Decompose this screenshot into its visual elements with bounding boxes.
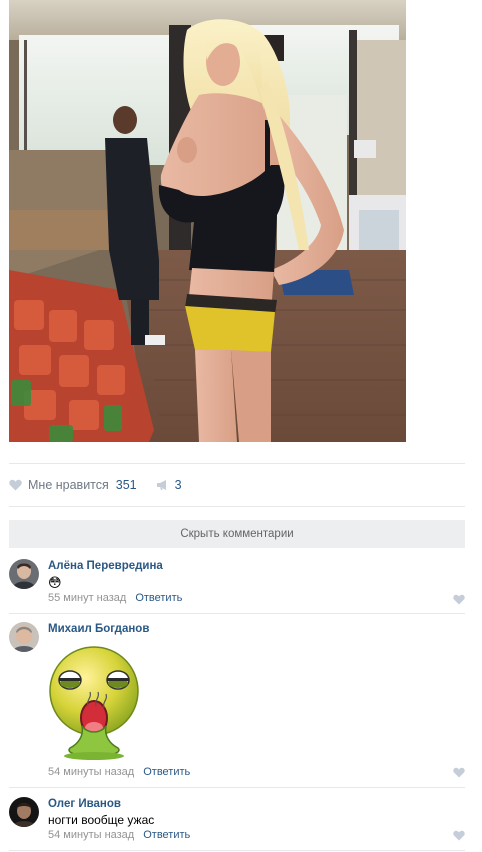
- avatar[interactable]: [9, 622, 39, 652]
- hide-comments-button[interactable]: Скрыть комментарии: [9, 520, 465, 548]
- comment-body: Михаил Богданов: [48, 622, 465, 762]
- comment-body: Олег Иванов ногти вообще ужас: [48, 797, 465, 828]
- comment-meta: 54 минуты назад Ответить: [48, 765, 190, 779]
- reply-button[interactable]: Ответить: [143, 829, 190, 841]
- divider-comment-2: [9, 787, 465, 788]
- like-label: Мне нравится: [28, 478, 109, 492]
- post-photo[interactable]: [9, 0, 406, 442]
- divider-actions: [9, 506, 465, 507]
- comment-like-icon[interactable]: [453, 830, 465, 841]
- divider-comment-3: [9, 850, 465, 851]
- reply-button[interactable]: Ответить: [135, 592, 182, 604]
- comment-author[interactable]: Олег Иванов: [48, 797, 465, 811]
- comment-time[interactable]: 54 минуты назад: [48, 829, 134, 841]
- share-count: 3: [174, 478, 182, 492]
- avatar[interactable]: [9, 797, 39, 827]
- post-actions: Мне нравится 351 3: [9, 476, 182, 494]
- comment-body: Алёна Перевредина 😳: [48, 559, 465, 590]
- avatar[interactable]: [9, 559, 39, 589]
- comment-time[interactable]: 54 минуты назад: [48, 766, 134, 778]
- sticker: [48, 644, 140, 762]
- comment-text: 😳: [48, 575, 62, 590]
- share-button[interactable]: 3: [156, 478, 182, 492]
- comment-like-icon[interactable]: [453, 594, 465, 605]
- like-count: 351: [115, 478, 137, 492]
- comment-item: Олег Иванов ногти вообще ужас 54 минуты …: [9, 797, 465, 843]
- reply-button[interactable]: Ответить: [143, 766, 190, 778]
- comment-meta: 55 минут назад Ответить: [48, 591, 182, 605]
- comment-time[interactable]: 55 минут назад: [48, 592, 126, 604]
- comment-item: Алёна Перевредина 😳 55 минут назад Ответи…: [9, 559, 465, 607]
- like-button[interactable]: Мне нравится 351: [9, 478, 137, 492]
- comment-meta: 54 минуты назад Ответить: [48, 828, 190, 842]
- comment-like-icon[interactable]: [453, 767, 465, 778]
- comment-item: Михаил Богданов 54 минуты назад Ответить: [9, 622, 465, 780]
- comment-author[interactable]: Михаил Богданов: [48, 622, 465, 636]
- divider-comment-1: [9, 613, 465, 614]
- divider-top: [9, 463, 465, 464]
- heart-icon: [9, 479, 22, 491]
- comment-text: ногти вообще ужас: [48, 813, 155, 827]
- comment-author[interactable]: Алёна Перевредина: [48, 559, 465, 573]
- megaphone-icon: [156, 479, 169, 491]
